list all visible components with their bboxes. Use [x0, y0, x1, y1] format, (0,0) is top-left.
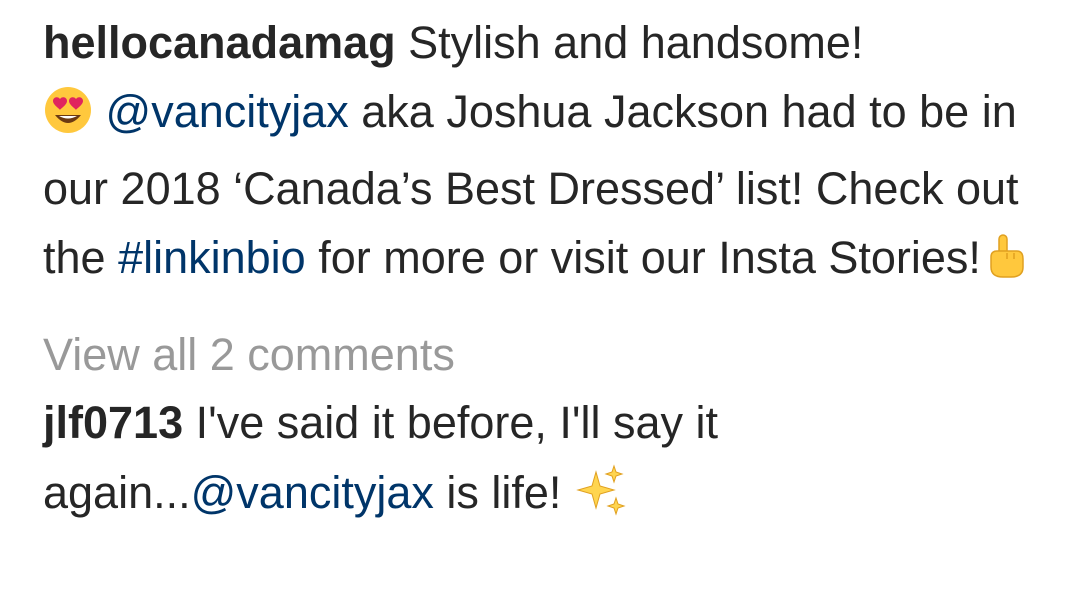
- pointing-hand-emoji-icon: [981, 231, 1031, 300]
- comment-mention-link[interactable]: @vancityjax: [191, 467, 434, 518]
- heart-eyes-emoji-icon: [43, 85, 93, 154]
- caption-mention-link[interactable]: @vancityjax: [106, 86, 349, 137]
- caption-text-1: Stylish and handsome!: [395, 17, 864, 68]
- caption-hashtag-link[interactable]: #linkinbio: [118, 232, 306, 283]
- comment-item: jlf0713 I've said it before, I'll say it…: [43, 388, 1063, 536]
- post-caption: hellocanadamag Stylish and handsome! @va…: [43, 8, 1063, 300]
- caption-text-3: for more or visit our Insta Stories!: [305, 232, 981, 283]
- sparkles-emoji-icon: [574, 464, 626, 536]
- post-author-username[interactable]: hellocanadamag: [43, 17, 396, 68]
- comment-author-username[interactable]: jlf0713: [43, 397, 183, 448]
- post-feed: hellocanadamag Stylish and handsome! @va…: [43, 8, 1063, 536]
- view-all-comments-link[interactable]: View all 2 comments: [43, 330, 1063, 380]
- comment-text-2: is life!: [433, 467, 574, 518]
